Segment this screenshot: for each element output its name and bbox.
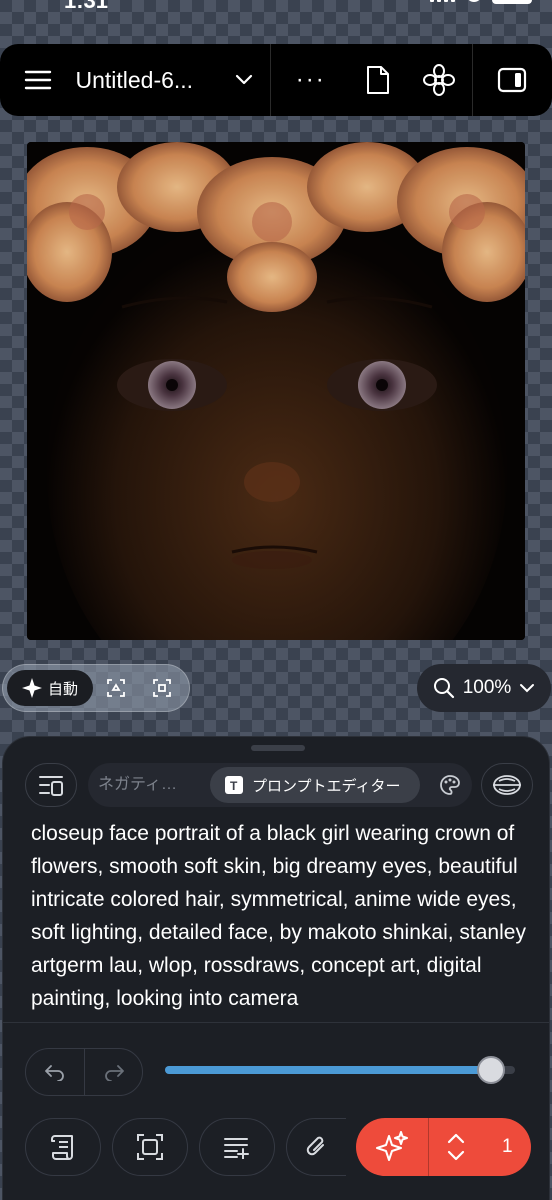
- select-area-button[interactable]: [139, 670, 185, 706]
- redo-icon: [104, 1065, 124, 1081]
- tab-prompt-editor[interactable]: T プロンプトエディター: [210, 767, 420, 803]
- prompt-panel: ネガティ… T プロンプトエディター closeup face portrait…: [2, 736, 550, 1200]
- palette-icon: [440, 775, 460, 795]
- sidebar-icon: [498, 67, 527, 93]
- document-menu-button[interactable]: [224, 44, 264, 116]
- document-icon: [367, 66, 390, 94]
- generate-button[interactable]: 1: [356, 1118, 531, 1176]
- top-toolbar: Untitled-6... ···: [0, 44, 552, 116]
- more-button[interactable]: ···: [271, 44, 350, 116]
- models-button[interactable]: [406, 44, 472, 116]
- settings-list-button[interactable]: [25, 763, 77, 807]
- generated-image[interactable]: [27, 142, 525, 640]
- strength-slider[interactable]: [165, 1056, 515, 1084]
- sparkles-icon: [376, 1131, 408, 1161]
- new-document-button[interactable]: [350, 44, 406, 116]
- scripts-doc-button[interactable]: [25, 1118, 101, 1176]
- frame-icon: [137, 1134, 163, 1160]
- undo-icon: [45, 1065, 64, 1081]
- chevron-up-down-icon: [448, 1133, 465, 1161]
- tab-negative-prompt[interactable]: ネガティ…: [98, 763, 177, 807]
- zoom-control[interactable]: 100%: [417, 664, 551, 712]
- slider-fill: [165, 1066, 492, 1074]
- prompt-text-area[interactable]: closeup face portrait of a black girl we…: [31, 817, 531, 1021]
- text-box-icon: T: [225, 776, 243, 794]
- status-time: 1:31: [64, 0, 109, 13]
- auto-mode-label: 自動: [47, 680, 78, 698]
- canvas-size-button[interactable]: [112, 1118, 188, 1176]
- signal-icon: [430, 0, 456, 2]
- panel-grabber[interactable]: [251, 745, 305, 751]
- battery-indicator: 81: [492, 0, 532, 4]
- chevron-down-icon: [520, 684, 535, 693]
- undo-button[interactable]: [26, 1049, 84, 1095]
- prompt-tab-switcher: ネガティ… T プロンプトエディター: [88, 763, 472, 807]
- status-bar: 1:31 81: [0, 0, 552, 13]
- sparkle-icon: [21, 678, 42, 698]
- search-icon: [433, 678, 454, 699]
- scroll-icon: [51, 1135, 73, 1160]
- scan-icon: [493, 775, 521, 795]
- portrait-illustration: [27, 142, 525, 640]
- list-settings-icon: [39, 776, 63, 796]
- redo-button[interactable]: [84, 1049, 142, 1095]
- select-subject-button[interactable]: [93, 670, 139, 706]
- slider-thumb[interactable]: [477, 1056, 506, 1084]
- menu-button[interactable]: [0, 44, 75, 116]
- mode-selector: 自動: [2, 664, 190, 712]
- sidebar-toggle-button[interactable]: [473, 44, 552, 116]
- paperclip-icon: [306, 1136, 324, 1156]
- prompt-list-button[interactable]: [199, 1118, 275, 1176]
- flower-icon: [422, 64, 455, 96]
- svg-text:T: T: [230, 779, 238, 793]
- batch-count-control[interactable]: 1: [428, 1118, 531, 1176]
- tab-style[interactable]: [430, 763, 470, 807]
- wifi-icon: [466, 0, 482, 2]
- crop-frame-icon: [153, 679, 171, 697]
- zoom-value: 100%: [462, 677, 512, 698]
- hamburger-icon: [24, 70, 51, 90]
- panel-tab-row: ネガティ… T プロンプトエディター: [3, 763, 551, 813]
- attachment-button[interactable]: [286, 1118, 346, 1176]
- document-title[interactable]: Untitled-6...: [75, 67, 224, 94]
- text-add-icon: [224, 1138, 249, 1159]
- batch-count: 1: [502, 1136, 513, 1157]
- chevron-down-icon: [236, 74, 253, 85]
- generate-icon-wrap: [356, 1118, 428, 1176]
- select-region-icon: [107, 679, 125, 697]
- undo-redo-group: [25, 1048, 143, 1096]
- scripts-button[interactable]: [481, 763, 533, 807]
- status-indicators: 81: [430, 0, 532, 4]
- tab-prompt-editor-label: プロンプトエディター: [252, 777, 401, 795]
- auto-mode-button[interactable]: 自動: [7, 670, 93, 706]
- panel-divider: [3, 1022, 549, 1023]
